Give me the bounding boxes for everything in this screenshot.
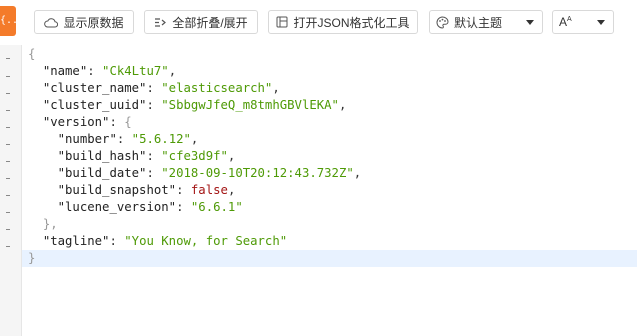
json-line: "cluster_uuid": "SbbgwJfeQ_m8tmhGBVlEKA"… <box>42 98 347 112</box>
json-string-value[interactable]: "elasticsearch" <box>161 81 272 95</box>
fold-all-button[interactable]: 全部折叠/展开 <box>144 10 258 34</box>
show-raw-data-button[interactable]: 显示原数据 <box>34 10 134 34</box>
json-line: "tagline": "You Know, for Search" <box>42 234 288 248</box>
font-size-icon: AA <box>559 15 572 29</box>
json-line: "cluster_name": "elasticsearch", <box>42 81 280 95</box>
theme-select-value: 默认主题 <box>454 15 503 30</box>
json-key: "cluster_uuid" <box>42 98 147 112</box>
theme-select[interactable]: 默认主题 <box>429 10 543 34</box>
json-viewer[interactable]: { "name": "Ck4Ltu7", "cluster_name": "el… <box>22 45 637 336</box>
fold-marker-icon[interactable] <box>6 229 10 230</box>
json-logo-text: {...} <box>0 15 16 26</box>
fold-marker-icon[interactable] <box>6 110 10 111</box>
json-key: "build_snapshot" <box>57 183 177 197</box>
json-key: "build_hash" <box>57 149 147 163</box>
fold-marker-icon[interactable] <box>6 58 10 59</box>
json-line: "build_date": "2018-09-10T20:12:43.732Z"… <box>57 166 362 180</box>
fold-icon <box>155 17 167 27</box>
version-close-brace: }, <box>42 217 58 231</box>
json-string-value[interactable]: "SbbgwJfeQ_m8tmhGBVlEKA" <box>161 98 339 112</box>
json-string-value[interactable]: "Ck4Ltu7" <box>102 64 169 78</box>
toolbar: {...} 显示原数据 全部折叠/展开 打开JSON格式化工具 默认主题 AA <box>0 0 637 45</box>
json-line: "lucene_version": "6.6.1" <box>57 200 243 214</box>
json-boolean-value[interactable]: false <box>191 183 228 197</box>
json-string-value[interactable]: "cfe3d9f" <box>161 149 228 163</box>
chevron-down-icon <box>597 20 605 25</box>
json-line: "version": { <box>42 115 132 129</box>
json-key: "tagline" <box>42 234 110 248</box>
json-string-value[interactable]: "You Know, for Search" <box>124 234 287 248</box>
json-line: "number": "5.6.12", <box>57 132 199 146</box>
json-line: "build_snapshot": false, <box>57 183 236 197</box>
fold-marker-icon[interactable] <box>6 93 10 94</box>
json-line-active: } <box>22 250 637 267</box>
json-line: "build_hash": "cfe3d9f", <box>57 149 236 163</box>
open-json-tool-button[interactable]: 打开JSON格式化工具 <box>268 10 418 34</box>
cloud-icon <box>44 17 59 27</box>
json-logo-button[interactable]: {...} <box>0 6 16 36</box>
fold-marker-icon[interactable] <box>6 178 10 179</box>
json-key: "number" <box>57 132 117 146</box>
json-string-value[interactable]: "6.6.1" <box>191 200 243 214</box>
fold-all-label: 全部折叠/展开 <box>172 15 248 30</box>
json-line: "name": "Ck4Ltu7", <box>42 64 177 78</box>
version-open-brace: { <box>124 115 132 129</box>
json-key: "name" <box>42 64 88 78</box>
json-key: "lucene_version" <box>57 200 177 214</box>
fold-marker-icon[interactable] <box>6 76 10 77</box>
window-icon <box>276 16 288 28</box>
fold-marker-icon[interactable] <box>6 161 10 162</box>
fold-marker-icon[interactable] <box>6 212 10 213</box>
font-size-select[interactable]: AA <box>552 10 614 34</box>
chevron-down-icon <box>526 20 534 25</box>
open-brace: { <box>28 47 36 61</box>
show-raw-data-label: 显示原数据 <box>63 15 124 30</box>
json-string-value[interactable]: "5.6.12" <box>132 132 191 146</box>
json-key: "build_date" <box>57 166 147 180</box>
json-string-value[interactable]: "2018-09-10T20:12:43.732Z" <box>161 166 354 180</box>
json-line: }, <box>22 216 637 233</box>
fold-marker-icon[interactable] <box>6 246 10 247</box>
open-json-tool-label: 打开JSON格式化工具 <box>293 15 410 30</box>
json-line: { <box>22 46 637 63</box>
palette-icon <box>436 15 449 29</box>
json-key: "cluster_name" <box>42 81 147 95</box>
line-gutter <box>0 45 22 336</box>
json-key: "version" <box>42 115 110 129</box>
fold-marker-icon[interactable] <box>6 127 10 128</box>
fold-marker-icon[interactable] <box>6 195 10 196</box>
close-brace: } <box>28 251 36 265</box>
fold-marker-icon[interactable] <box>6 144 10 145</box>
font-size-value: A <box>559 15 568 29</box>
